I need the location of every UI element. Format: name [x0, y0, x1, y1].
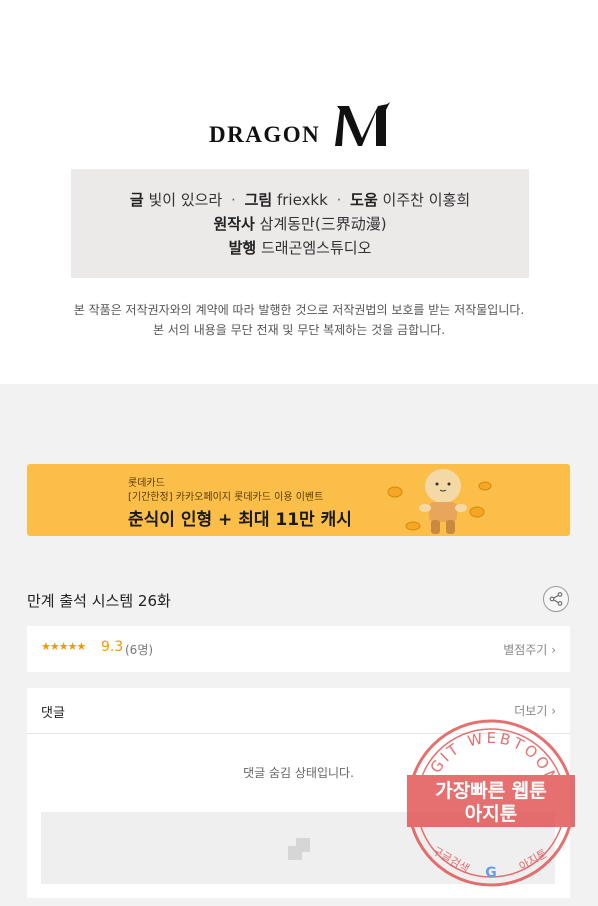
rate-button[interactable]: 별점주기 › [503, 641, 556, 658]
publish-label: 발행 [228, 239, 257, 257]
rating-score: 9.3 [101, 639, 124, 655]
writer-label: 글 [129, 191, 144, 209]
credits-line-publisher: 발행 드래곤엠스튜디오 [71, 236, 529, 260]
rate-button-label: 별점주기 [503, 643, 548, 657]
promo-banner[interactable]: 롯데카드 [기간한정] 카카오페이지 롯데카드 이용 이벤트 춘식이 인형 + … [27, 464, 570, 536]
watermark-bottom-left: 구글검색 [430, 844, 472, 876]
copyright-notice: 본 작품은 저작권자와의 계약에 따라 발행한 것으로 저작권법의 보호를 받는… [0, 300, 598, 340]
publisher-logo: DRAGON [0, 100, 598, 150]
episode-title: 만계 출석 시스템 26화 [27, 592, 171, 610]
watermark-bottom-right: 아지툰 [517, 847, 550, 873]
credits-line-original: 원작사 삼계동만(三界动漫) [71, 212, 529, 236]
original-label: 원작사 [213, 215, 255, 233]
original-name: 삼계동만(三界动漫) [259, 215, 387, 233]
assist-label: 도움 [350, 191, 378, 209]
chevron-right-icon: › [551, 643, 556, 657]
rating-card: ★★★★★ 9.3 (6명) 별점주기 › [27, 626, 570, 672]
share-button[interactable] [543, 586, 569, 612]
image-placeholder-icon [288, 838, 310, 860]
banner-subtitle: [기간한정] 카카오페이지 롯데카드 이용 이벤트 [128, 492, 324, 503]
character-illustration [387, 469, 492, 534]
credits-section: DRAGON 글 빛이 있으라 · 그림 friexkk · 도움 이주찬 이홍… [0, 0, 598, 384]
rating-count: (6명) [125, 643, 154, 657]
separator: · [231, 191, 236, 209]
banner-brand: 롯데카드 [128, 478, 165, 489]
chevron-right-icon: › [551, 704, 556, 718]
assist-names: 이주찬 이홍희 [382, 191, 471, 209]
writer-name: 빛이 있으라 [148, 191, 223, 209]
artist-name: friexkk [276, 191, 328, 209]
credits-line-authors: 글 빛이 있으라 · 그림 friexkk · 도움 이주찬 이홍희 [71, 188, 529, 212]
artist-label: 그림 [244, 191, 273, 209]
share-icon [549, 592, 563, 606]
copyright-line-1: 본 작품은 저작권자와의 계약에 따라 발행한 것으로 저작권법의 보호를 받는… [73, 303, 525, 317]
publisher-logo-word: DRAGON [209, 122, 321, 147]
comments-label: 댓글 [41, 706, 65, 721]
star-rating-icon: ★★★★★ [41, 640, 86, 653]
watermark-line-1: 가장빠른 웹툰 [435, 780, 547, 802]
separator: · [336, 191, 342, 209]
publisher-logo-mark [335, 102, 390, 146]
watermark-stamp: AGIT WEBTOON 가장빠른 웹툰 아지툰 구글검색 아지툰 G [407, 719, 575, 887]
publish-name: 드래곤엠스튜디오 [260, 239, 372, 257]
copyright-line-2: 본 서의 내용을 무단 전재 및 무단 복제하는 것을 금합니다. [152, 323, 446, 337]
credits-box: 글 빛이 있으라 · 그림 friexkk · 도움 이주찬 이홍희 원작사 삼… [71, 169, 529, 278]
watermark-line-2: 아지툰 [465, 803, 517, 825]
banner-headline: 춘식이 인형 + 최대 11만 캐시 [128, 510, 352, 530]
comments-more-label: 더보기 [514, 704, 548, 718]
google-icon: G [485, 865, 497, 881]
